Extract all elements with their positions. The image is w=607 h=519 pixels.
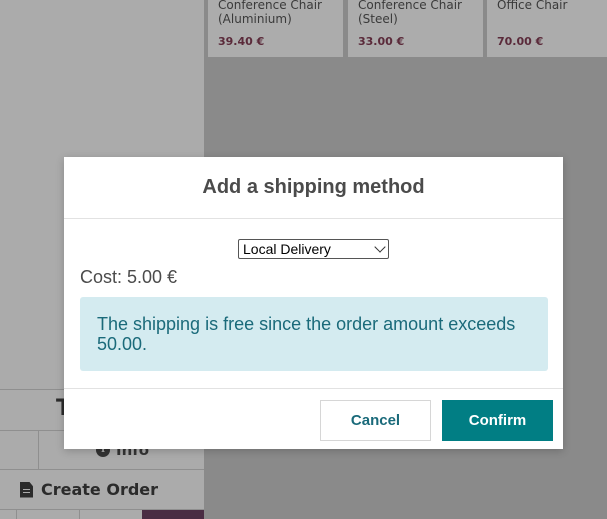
create-order-button[interactable]: Create Order [0, 470, 204, 510]
document-icon [20, 481, 33, 498]
product-name: Office Chair [497, 0, 568, 12]
divider [16, 510, 17, 519]
product-name: Conference Chair (Steel) [358, 0, 462, 26]
payment-button[interactable] [142, 510, 204, 519]
product-price: 33.00 € [358, 35, 405, 48]
shipping-method-dialog: Add a shipping method Local Delivery Cos… [64, 157, 563, 449]
shipping-cost: Cost: 5.00 € [80, 267, 178, 287]
dialog-footer: Cancel Confirm [64, 388, 563, 449]
cancel-button[interactable]: Cancel [320, 400, 431, 441]
divider [38, 431, 39, 470]
shipping-method-value: Local Delivery [243, 241, 331, 257]
product-card[interactable]: Office Chair 70.00 € [487, 0, 607, 57]
confirm-button[interactable]: Confirm [442, 400, 553, 441]
product-price: 70.00 € [497, 35, 544, 48]
shipping-method-select[interactable]: Local Delivery [238, 239, 389, 259]
dialog-header: Add a shipping method [64, 157, 563, 219]
product-card[interactable]: Conference Chair (Steel) 33.00 € [348, 0, 483, 57]
product-price: 39.40 € [218, 35, 265, 48]
product-card[interactable]: Conference Chair (Aluminium) 39.40 € [208, 0, 343, 57]
product-name: Conference Chair (Aluminium) [218, 0, 322, 26]
create-order-label: Create Order [41, 480, 159, 499]
divider [79, 510, 80, 519]
dialog-body: Local Delivery Cost: 5.00 € The shipping… [64, 219, 563, 388]
dialog-title: Add a shipping method [202, 176, 425, 198]
chevron-down-icon [374, 241, 386, 253]
free-shipping-alert: The shipping is free since the order amo… [80, 297, 548, 371]
